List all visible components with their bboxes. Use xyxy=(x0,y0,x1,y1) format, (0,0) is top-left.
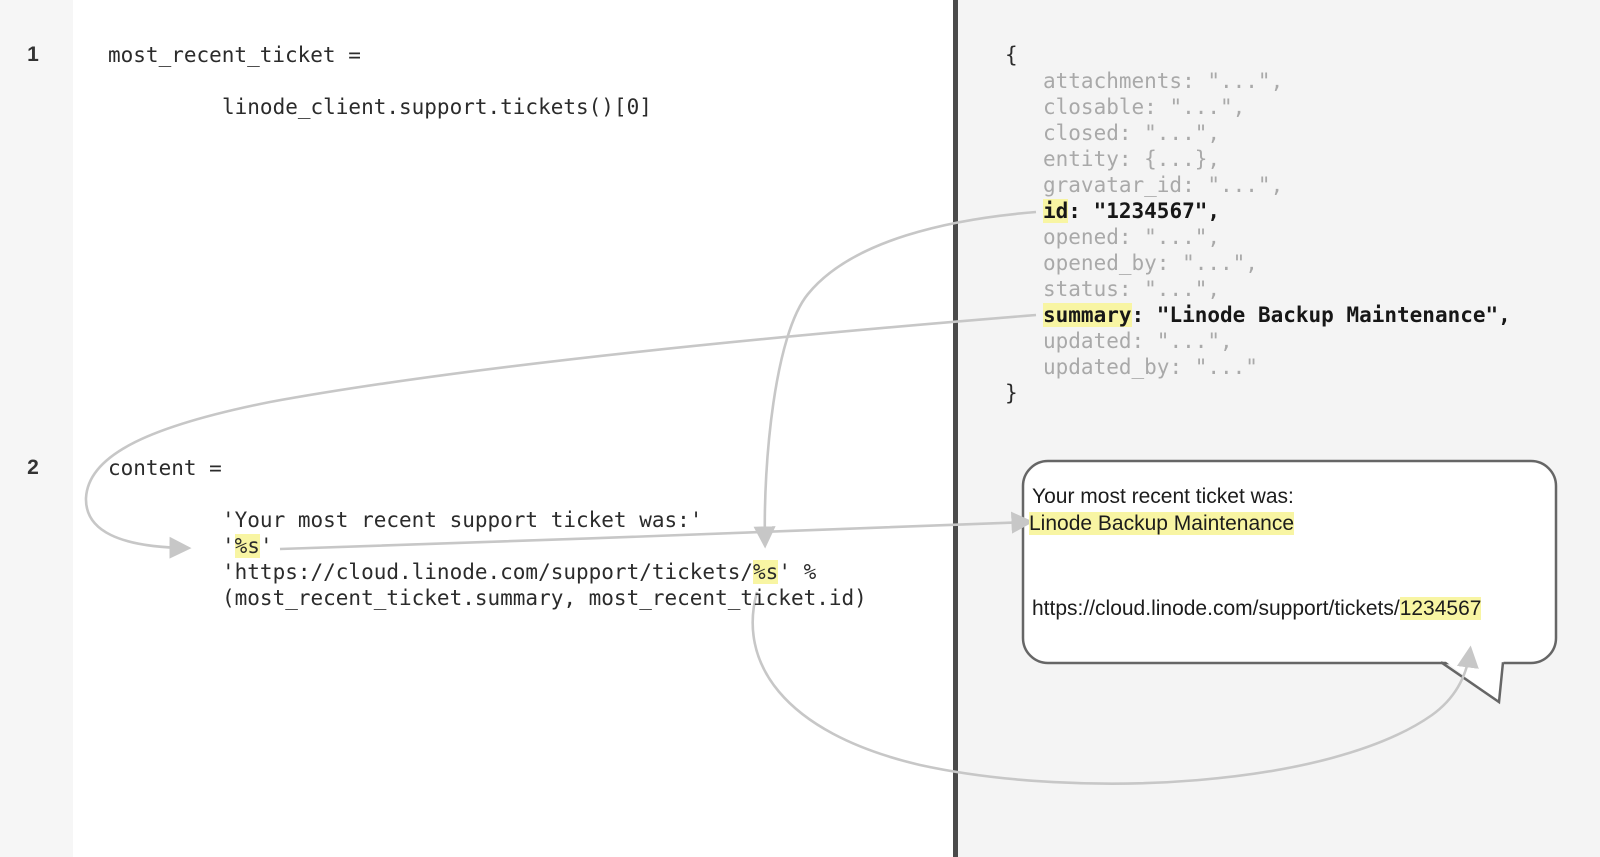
speech-bubble xyxy=(1023,461,1556,702)
arrow-summary-to-placeholder xyxy=(86,315,1036,548)
arrow-placeholder-to-output-summary xyxy=(280,522,1028,549)
diagram-overlay xyxy=(0,0,1600,857)
arrow-id-to-url-placeholder xyxy=(765,212,1036,543)
